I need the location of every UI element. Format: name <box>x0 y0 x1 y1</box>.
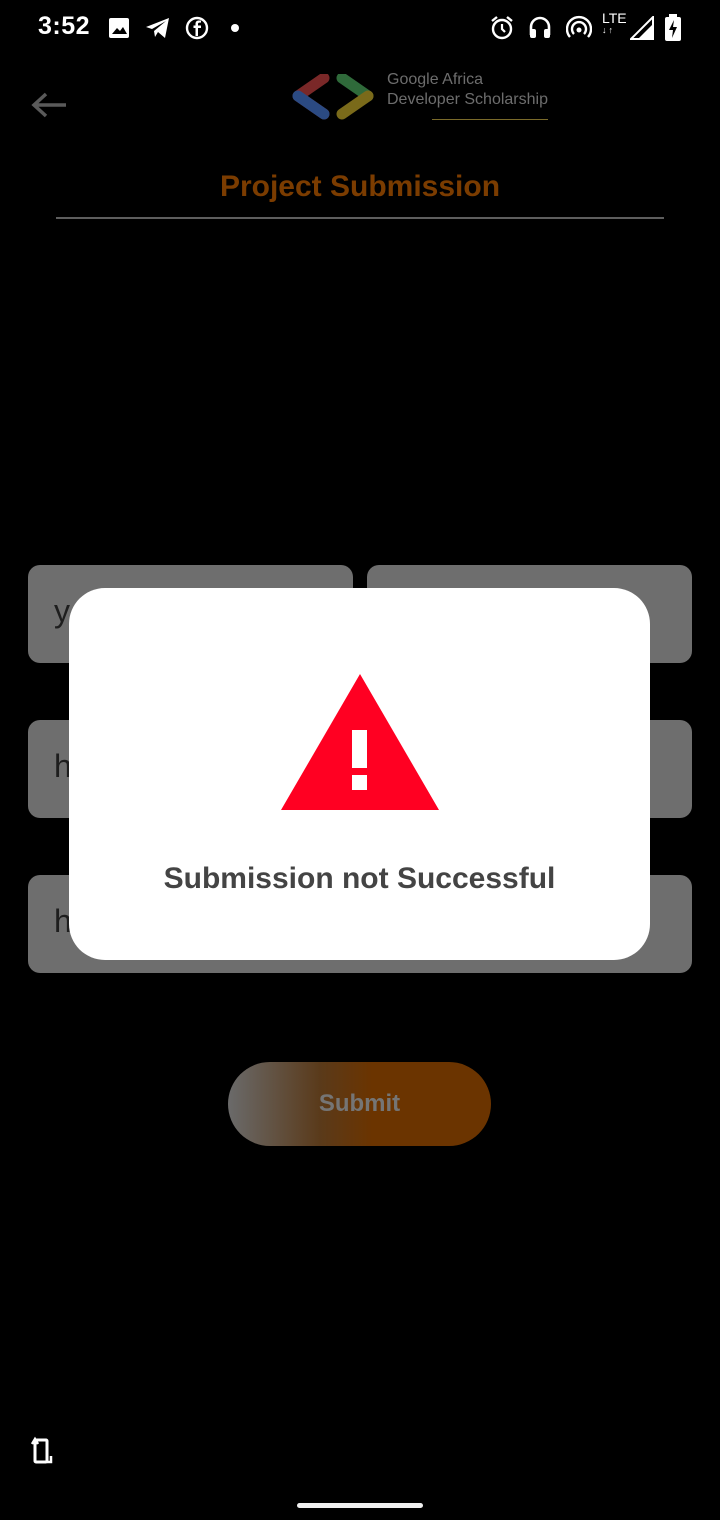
headset-icon <box>529 16 551 38</box>
brand-title: Google Africa Developer Scholarship <box>387 71 548 108</box>
back-arrow-icon[interactable] <box>30 90 68 120</box>
screen: 3:52 LTE ↓↑ Google Africa Developer Scho… <box>0 0 720 1520</box>
status-time: 3:52 <box>38 12 91 40</box>
warning-triangle-icon <box>281 674 439 810</box>
alarm-icon <box>491 16 513 40</box>
screen-rotate-icon[interactable] <box>30 1434 56 1466</box>
home-indicator[interactable] <box>297 1503 423 1508</box>
gads-logo: Google Africa Developer Scholarship <box>292 68 562 148</box>
battery-charging-icon <box>665 14 681 41</box>
brand-divider <box>432 119 548 120</box>
dialog-message: Submission not Successful <box>163 862 556 895</box>
facebook-icon <box>185 16 209 40</box>
title-underline <box>56 217 664 219</box>
network-type: LTE ↓↑ <box>602 10 627 35</box>
error-dialog: Submission not Successful <box>69 588 650 960</box>
telegram-icon <box>146 18 169 38</box>
hotspot-icon <box>566 15 592 38</box>
signal-icon <box>630 16 654 40</box>
image-icon <box>109 18 129 38</box>
dot-icon <box>231 24 239 32</box>
brackets-logo-icon <box>292 74 374 120</box>
page-title: Project Submission <box>219 170 501 203</box>
status-bar: 3:52 LTE ↓↑ <box>0 0 720 56</box>
submit-button[interactable]: Submit <box>228 1062 491 1146</box>
first-name-value: y <box>54 593 70 629</box>
